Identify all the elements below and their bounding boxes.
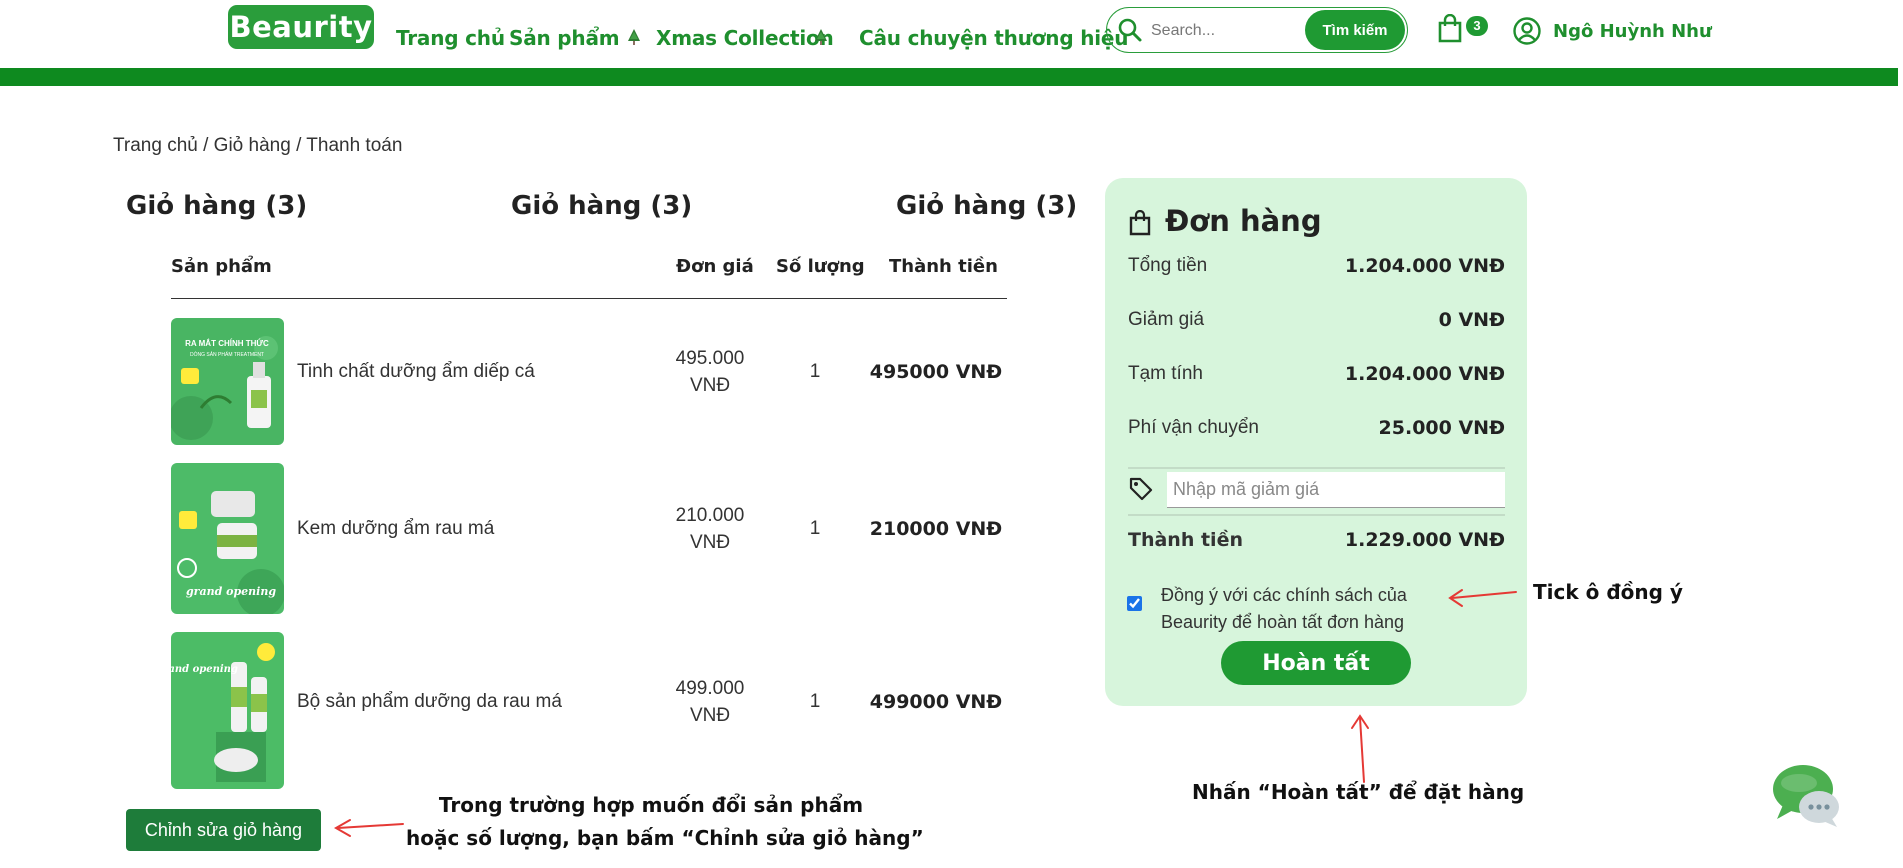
search-button[interactable]: Tìm kiếm (1305, 10, 1405, 50)
unit-price-amount: 499.000 (675, 678, 745, 699)
image-subcaption: DÒNG SẢN PHẨM TREATMENT (190, 351, 264, 358)
order-value-subtotal: 1.204.000 VNĐ (1344, 363, 1505, 385)
line-total: 495000 VNĐ (869, 361, 1003, 383)
cart-title: Giỏ hàng (3) (896, 191, 1078, 221)
column-header-quantity: Số lượng (776, 256, 865, 277)
image-caption: RA MẮT CHÍNH THỨC (185, 339, 269, 348)
search-input[interactable] (1149, 16, 1313, 46)
line-total: 499000 VNĐ (869, 691, 1003, 713)
product-image[interactable]: grand opening (171, 463, 284, 614)
unit-price-currency: VNĐ (689, 705, 731, 726)
quantity-value: 1 (809, 518, 821, 539)
shopping-bag-icon[interactable] (1437, 13, 1463, 49)
search-icon (1117, 17, 1143, 48)
order-value-final: 1.229.000 VNĐ (1344, 529, 1505, 551)
brand-logo[interactable]: Beaurity (228, 5, 374, 49)
order-label-final: Thành tiền (1128, 529, 1243, 551)
order-label-shipping: Phí vận chuyển (1128, 417, 1259, 438)
order-label-subtotal: Tạm tính (1128, 363, 1203, 384)
user-account-icon[interactable] (1512, 16, 1542, 51)
divider (1128, 514, 1505, 516)
line-total: 210000 VNĐ (869, 518, 1003, 540)
site-header: Beaurity Trang chủ Sản phẩm Xmas Collect… (0, 0, 1903, 68)
nav-products[interactable]: Sản phẩm (509, 26, 620, 50)
product-name[interactable]: Tinh chất dưỡng ẩm diếp cá (297, 361, 535, 383)
discount-code-input[interactable] (1167, 472, 1505, 508)
image-caption: grand opening (186, 585, 276, 598)
annotation-edit-cart: Trong trường hợp muốn đổi sản phẩm hoặc … (406, 789, 924, 855)
divider (1128, 467, 1505, 469)
order-label-total: Tổng tiền (1128, 255, 1208, 276)
shopping-bag-icon (1129, 209, 1151, 241)
cart-title: Giỏ hàng (3) (126, 191, 308, 221)
table-header-divider (171, 298, 1007, 299)
order-label-discount: Giảm giá (1128, 309, 1205, 330)
tag-icon (1128, 476, 1154, 507)
product-name[interactable]: Kem dưỡng ẩm rau má (297, 518, 494, 540)
nav-xmas-collection[interactable]: Xmas Collection (656, 26, 834, 50)
breadcrumb[interactable]: Trang chủ / Giỏ hàng / Thanh toán (113, 135, 402, 157)
search-bar: Tìm kiếm (1106, 7, 1408, 53)
unit-price-amount: 210.000 (675, 505, 745, 526)
product-image[interactable]: grand opening (171, 632, 284, 789)
nav-home[interactable]: Trang chủ (396, 26, 505, 50)
nav-brand-story[interactable]: Câu chuyện thương hiệu (859, 26, 1129, 50)
unit-price-currency: VNĐ (689, 532, 731, 553)
annotation-arrows (333, 589, 1517, 837)
cart-count-badge: 3 (1466, 16, 1488, 36)
xmas-tree-icon (627, 29, 641, 49)
order-value-total: 1.204.000 VNĐ (1344, 255, 1505, 277)
chat-bubble-icon[interactable] (1773, 763, 1841, 829)
column-header-unit-price: Đơn giá (676, 256, 754, 277)
header-divider-bar (0, 68, 1898, 86)
agree-policy-text[interactable]: Đồng ý với các chính sách của Beaurity đ… (1161, 582, 1471, 636)
agree-policy-checkbox[interactable] (1127, 596, 1142, 611)
unit-price: 210.000 VNĐ (660, 502, 760, 556)
xmas-tree-icon (814, 29, 828, 49)
image-caption: grand opening (171, 664, 238, 675)
order-value-discount: 0 VNĐ (1438, 309, 1505, 331)
column-header-subtotal: Thành tiền (889, 256, 998, 277)
edit-cart-button[interactable]: Chỉnh sửa giỏ hàng (126, 809, 321, 851)
annotation-edit-line2: hoặc số lượng, bạn bấm “Chỉnh sửa giỏ hà… (406, 826, 924, 850)
quantity-value: 1 (809, 691, 821, 712)
unit-price: 499.000 VNĐ (660, 675, 760, 729)
annotation-edit-line1: Trong trường hợp muốn đổi sản phẩm (438, 793, 864, 817)
annotation-tick-agree: Tick ô đồng ý (1533, 580, 1683, 604)
product-name[interactable]: Bộ sản phẩm dưỡng da rau má (297, 691, 562, 713)
quantity-value: 1 (809, 361, 821, 382)
finish-order-button[interactable]: Hoàn tất (1221, 641, 1411, 685)
unit-price-currency: VNĐ (689, 375, 731, 396)
order-title: Đơn hàng (1165, 204, 1322, 238)
cart-title: Giỏ hàng (3) (511, 191, 693, 221)
unit-price: 495.000 VNĐ (660, 345, 760, 399)
user-name[interactable]: Ngô Huỳnh Như (1553, 21, 1712, 42)
order-value-shipping: 25.000 VNĐ (1378, 417, 1505, 439)
order-summary-panel: Đơn hàng Tổng tiền 1.204.000 VNĐ Giảm gi… (1105, 178, 1527, 706)
product-image[interactable]: RA MẮT CHÍNH THỨC DÒNG SẢN PHẨM TREATMEN… (171, 318, 284, 445)
unit-price-amount: 495.000 (675, 348, 745, 369)
annotation-finish: Nhấn “Hoàn tất” để đặt hàng (1192, 780, 1525, 804)
column-header-product: Sản phẩm (171, 256, 272, 277)
